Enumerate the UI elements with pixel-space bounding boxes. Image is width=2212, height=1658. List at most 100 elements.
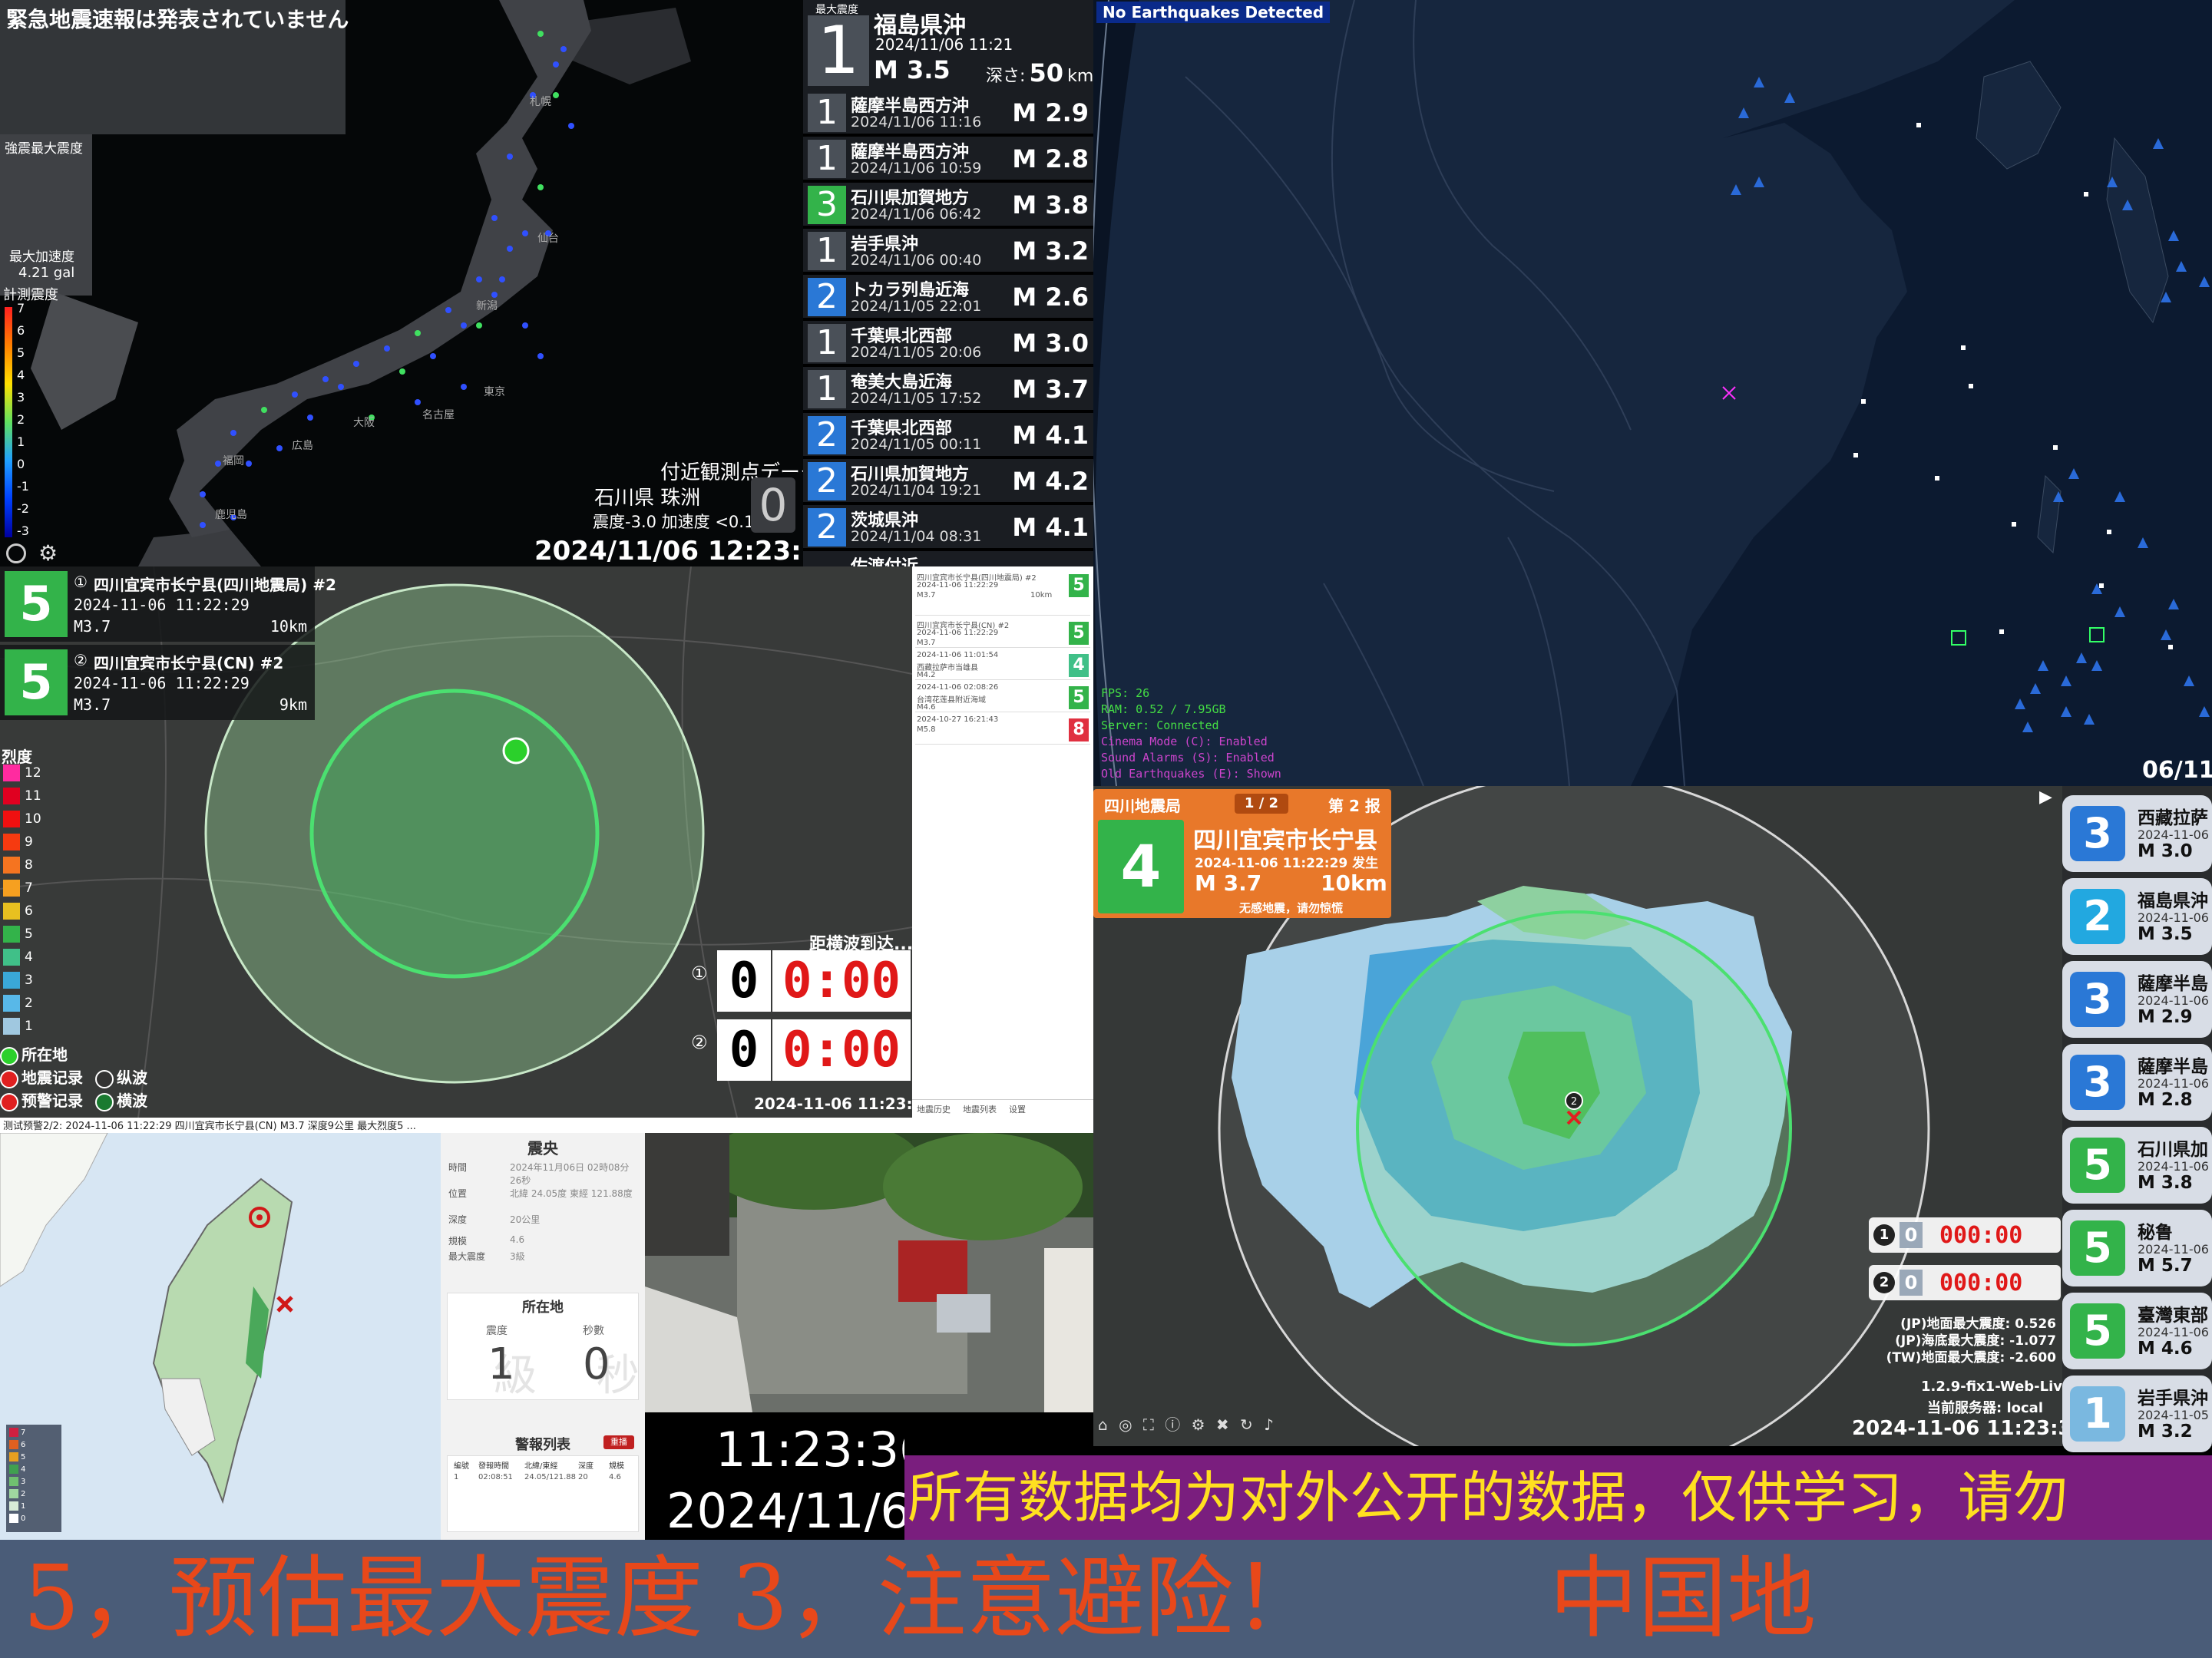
tw-table-cell: 02:08:51 (478, 1473, 513, 1481)
right-quake-card[interactable]: 3 薩摩半島 2024-11-06 M 2.9 (2062, 961, 2212, 1038)
station-values: 震度-3.0 加速度 <0.1 (593, 513, 755, 531)
right-quake-card[interactable]: 2 福島県沖 2024-11-06 M 3.5 (2062, 878, 2212, 955)
cn-symbol-item: 所在地 (0, 1042, 68, 1065)
place-label: 東京 (484, 386, 505, 398)
jp-quake-list-panel: 最大震度 1 福島県沖 2024/11/06 11:21 M 3.5 深さ: 5… (803, 0, 1093, 566)
quake-triangle (2199, 276, 2210, 287)
jp-list-item[interactable]: 1 千葉県北西部 2024/11/05 20:06 M 3.0 (803, 321, 1093, 365)
jp-list-item[interactable]: 2 トカラ列島近海 2024/11/05 22:01 M 2.6 (803, 275, 1093, 319)
tw-info-value: 20公里 (510, 1214, 541, 1225)
home-icon[interactable]: ⌂ (1098, 1415, 1108, 1434)
cn-side-tab[interactable]: 设置 (1009, 1103, 1026, 1115)
cn-alert-title: 四川宜宾市长宁县(四川地震局) #2 (94, 576, 336, 594)
right-quake-intensity: 3 (2070, 1055, 2125, 1110)
tw-legend-swatch (9, 1465, 18, 1474)
station-dot (1935, 476, 1939, 481)
settings-icon[interactable]: ⚙ (38, 543, 58, 564)
jp-list-rows: 1 薩摩半島西方沖 2024/11/06 11:16 M 2.9 1 薩摩半島西方沖 202… (803, 91, 1093, 566)
asia-date-partial: 06/11/ (2142, 757, 2212, 784)
info-icon[interactable]: ⓘ (1165, 1415, 1180, 1434)
cn-alert-num: ② (74, 651, 88, 669)
tw-legend-item: 5 (9, 1452, 25, 1461)
jp-list-item[interactable]: 2 石川県加賀地方 2024/11/04 19:21 M 4.2 (803, 459, 1093, 504)
jp-item-magnitude: M 4.1 (1012, 513, 1089, 542)
right-quake-card[interactable]: 5 臺灣東部 2024-11-06 M 4.6 (2062, 1293, 2212, 1369)
jp-item-magnitude: M 3.8 (1012, 190, 1089, 220)
tw-legend-label: 4 (21, 1465, 26, 1474)
jp-list-item[interactable]: 2 茨城県沖 2024/11/04 08:31 M 4.1 (803, 505, 1093, 550)
japan-map-panel: 札幌 新潟 仙台 東京 名古屋 大阪 広島 福岡 鹿児島 緊急地震速報は発表されていません 強震… (0, 0, 803, 566)
cn-alert-card[interactable]: 5 ② 四川宜宾市长宁县(CN) #2 2024-11-06 11:22:29 M3.7… (0, 645, 315, 720)
depth-unit: km (1067, 67, 1093, 86)
right-quake-card[interactable]: 5 秘鲁 2024-11-06 M 5.7 (2062, 1210, 2212, 1286)
cn-side-badge: 5 (1069, 686, 1089, 709)
cn-side-tab[interactable]: 地震列表 (963, 1103, 997, 1115)
cn-side-line: 2024-11-06 11:01:54 (917, 651, 999, 659)
jp-list-item[interactable]: 1 岩手県沖 2024/11/06 00:40 M 3.2 (803, 229, 1093, 273)
tw-replay-badge[interactable]: 重播 (603, 1435, 634, 1449)
sc-header-left: 四川地震局 (1104, 797, 1181, 815)
right-quake-time: 2024-11-06 (2138, 1076, 2209, 1091)
no-earthquakes-text: No Earthquakes Detected (1103, 3, 1324, 21)
jp-list-item[interactable]: 3 石川県加賀地方 2024/11/06 06:42 M 3.8 (803, 183, 1093, 227)
locate-icon[interactable] (6, 543, 26, 563)
strong-max-label: 強震最大震度 (5, 141, 83, 157)
delete-icon[interactable]: ✖ (1216, 1415, 1229, 1434)
jp-item-time: 2024/11/05 17:52 (851, 390, 982, 407)
sc-timestamp: 2024-11-06 11:23:32 (1852, 1417, 2062, 1440)
cn-side-tab[interactable]: 地震历史 (917, 1103, 951, 1115)
station-intensity-box: 0 (751, 477, 795, 533)
tw-legend-swatch (9, 1501, 18, 1511)
cn-side-item[interactable]: 2024-11-06 11:01:54 西藏拉萨市当雄县 M4.2 4 (915, 651, 1090, 680)
cn-side-line: M4.6 (917, 703, 936, 712)
cn-side-item[interactable]: 四川宜宾市长宁县(CN) #2 2024-11-06 11:22:29 M3.7 5 (915, 619, 1090, 648)
cn-side-list: 四川宜宾市长宁县(四川地震局) #2 2024-11-06 11:22:29 M3.… (912, 566, 1093, 996)
counter-index: ① (691, 963, 708, 984)
quake-triangle (2076, 652, 2087, 663)
quake-triangle (1754, 177, 1764, 187)
jp-item-region: 佐渡付近 (851, 553, 918, 566)
fullscreen-icon[interactable]: ⛶ (1143, 1415, 1154, 1434)
tw-info-value: 4.6 (510, 1234, 525, 1245)
cn-alert-time: 2024-11-06 11:22:29 (74, 596, 250, 614)
tw-table-header: 發報時間 (478, 1462, 509, 1471)
jp-list-item[interactable]: 1 薩摩半島西方沖 2024/11/06 10:59 M 2.8 (803, 137, 1093, 181)
cn-alert-title: 四川宜宾市长宁县(CN) #2 (94, 654, 284, 672)
right-quake-time: 2024-11-06 (2138, 827, 2209, 842)
right-quake-card[interactable]: 5 石川県加 2024-11-06 M 3.8 (2062, 1127, 2212, 1204)
cn-side-item[interactable]: 四川宜宾市长宁县(四川地震局) #2 2024-11-06 11:22:29 M3.… (915, 571, 1090, 616)
jp-list-item[interactable]: 1 薩摩半島西方沖 2024/11/06 11:16 M 2.9 (803, 91, 1093, 135)
play-icon[interactable]: ▶ (2039, 788, 2052, 807)
cn-legend-title: 烈度 (2, 748, 32, 766)
jp-list-top-card[interactable]: 最大震度 1 福島県沖 2024/11/06 11:21 M 3.5 深さ: 5… (803, 0, 1093, 91)
tw-info-key: 規模 (448, 1236, 468, 1247)
sc-report-index: 1 (1244, 795, 1255, 811)
cn-side-item[interactable]: 2024-10-27 16:21:43 M5.8 8 (915, 715, 1090, 745)
scale-tick: -1 (17, 479, 29, 494)
eew-banner-text: 緊急地震速報は発表されていません (6, 7, 349, 32)
right-quake-card[interactable]: 3 西藏拉萨 2024-11-06 M 3.0 (2062, 795, 2212, 872)
cn-alert-card[interactable]: 5 ① 四川宜宾市长宁县(四川地震局) #2 2024-11-06 11:22:29 M… (0, 566, 336, 642)
cn-side-line: 2024-11-06 02:08:26 (917, 683, 999, 692)
jp-list-item[interactable]: 2 千葉県北西部 2024/11/05 00:11 M 4.1 (803, 413, 1093, 457)
max-accel-value: 4.21 gal (18, 265, 75, 281)
quake-triangle (2176, 261, 2187, 272)
jp-list-item[interactable]: 佐渡付近 (803, 551, 1093, 566)
speaker-icon[interactable]: ♪ (1264, 1415, 1274, 1434)
refresh-icon[interactable]: ↻ (1240, 1415, 1253, 1434)
quake-triangle (2084, 714, 2095, 725)
cn-side-item[interactable]: 2024-11-06 02:08:26 台湾花莲县附近海域 M4.6 5 (915, 683, 1090, 712)
station-dot (1969, 384, 1973, 388)
cn-legend-item: 6 (3, 903, 33, 920)
right-quake-card[interactable]: 1 岩手県沖 2024-11-05 M 3.2 (2062, 1376, 2212, 1452)
right-quake-intensity: 5 (2070, 1303, 2125, 1359)
zoom-icon[interactable]: ◎ (1119, 1415, 1132, 1434)
jp-list-item[interactable]: 1 奄美大島近海 2024/11/05 17:52 M 3.7 (803, 367, 1093, 411)
cn-legend-item: 8 (3, 857, 33, 874)
scale-tick: -2 (17, 501, 29, 516)
settings-icon[interactable]: ⚙ (1192, 1415, 1205, 1434)
right-quake-card[interactable]: 3 薩摩半島 2024-11-06 M 2.8 (2062, 1044, 2212, 1121)
cn-legend-swatch (3, 972, 20, 989)
tw-table-header: 深度 (578, 1462, 594, 1471)
place-label: 広島 (292, 440, 313, 452)
